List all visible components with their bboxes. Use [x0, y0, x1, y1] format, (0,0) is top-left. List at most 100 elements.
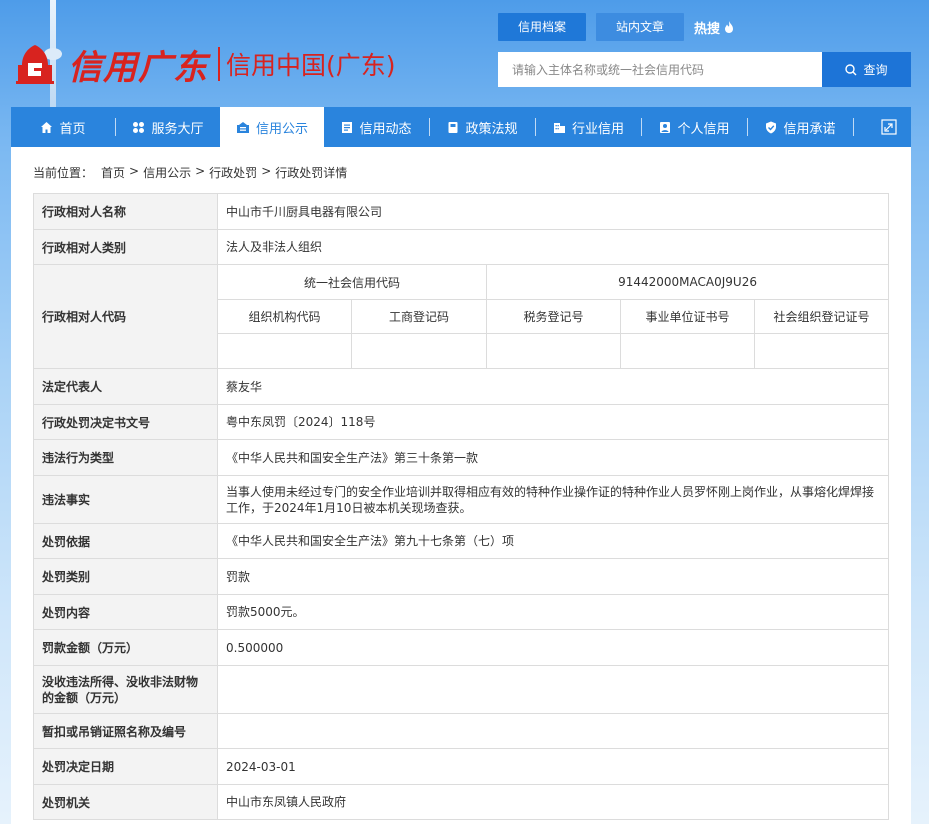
top-tabs: 信用档案 站内文章 热搜 — [498, 13, 734, 41]
field-value-facts: 当事人使用未经过专门的安全作业培训并取得相应有效的特种作业操作证的特种作业人员罗… — [216, 475, 890, 524]
field-value-fine: 0.500000 — [216, 629, 890, 666]
table-row: 暂扣或吊销证照名称及编号 — [33, 713, 890, 749]
nav-item-label: 行业信用 — [571, 121, 624, 137]
notice-icon — [236, 121, 250, 134]
sub-value — [486, 333, 621, 369]
nav-item-label: 信用承诺 — [783, 121, 836, 137]
field-label: 处罚决定日期 — [33, 748, 218, 785]
nav-item-label: 个人信用 — [677, 121, 730, 137]
sub-value — [753, 333, 890, 369]
nav-item-label: 首页 — [59, 121, 86, 137]
field-label: 处罚类别 — [33, 558, 218, 595]
sub-header: 工商登记码 — [351, 299, 487, 334]
field-value-violation-type: 《中华人民共和国安全生产法》第三十条第一款 — [216, 439, 890, 476]
hot-search-label: 热搜 — [694, 21, 721, 37]
sub-value — [217, 333, 352, 369]
search-button[interactable]: 查询 — [822, 52, 911, 87]
sub-header: 组织机构代码 — [217, 299, 352, 334]
breadcrumb-separator: > — [195, 164, 206, 178]
table-row: 处罚类别 罚款 — [33, 558, 890, 595]
sub-value — [620, 333, 755, 369]
nav-item-personal-credit[interactable]: 个人信用 — [642, 107, 747, 147]
nav-item-credit-commitment[interactable]: 信用承诺 — [748, 107, 853, 147]
table-row: 处罚机关 中山市东凤镇人民政府 — [33, 784, 890, 820]
table-row: 处罚决定日期 2024-03-01 — [33, 748, 890, 785]
logo-emblem-icon — [12, 41, 58, 87]
tab-credit-archive[interactable]: 信用档案 — [498, 13, 587, 41]
flame-icon — [725, 21, 734, 33]
sub-header: 税务登记号 — [486, 299, 621, 334]
field-label: 暂扣或吊销证照名称及编号 — [33, 713, 218, 749]
breadcrumb-prefix: 当前位置： — [33, 166, 94, 180]
field-label: 处罚机关 — [33, 784, 218, 820]
field-label: 行政处罚决定书文号 — [33, 404, 218, 440]
field-label: 处罚内容 — [33, 594, 218, 630]
search-button-label: 查询 — [863, 63, 888, 77]
breadcrumb-home[interactable]: 首页 — [101, 164, 125, 181]
nav-item-service-hall[interactable]: 服务大厅 — [116, 107, 220, 147]
site-logo[interactable]: 信用广东 信用中国(广东) — [12, 36, 396, 92]
nav-expand-button[interactable] — [867, 107, 911, 147]
sub-value — [351, 333, 487, 369]
table-row: 没收违法所得、没收非法财物的金额（万元） — [33, 665, 890, 714]
field-label: 行政相对人类别 — [33, 229, 218, 265]
site-header: 信用广东 信用中国(广东) 信用档案 站内文章 热搜 查询 — [0, 0, 929, 106]
nav-item-home[interactable]: 首页 — [11, 107, 115, 147]
field-value-date: 2024-03-01 — [216, 748, 890, 785]
table-row: 处罚依据 《中华人民共和国安全生产法》第九十七条第（七）项 — [33, 523, 890, 559]
expand-icon — [881, 119, 897, 135]
nav-item-credit-news[interactable]: 信用动态 — [324, 107, 429, 147]
table-row: 行政处罚决定书文号 粤中东凤罚〔2024〕118号 — [33, 404, 890, 440]
nav-item-label: 信用公示 — [255, 121, 308, 137]
sub-header-uscc: 统一社会信用代码 — [217, 264, 487, 300]
nav-item-label: 信用动态 — [359, 121, 412, 137]
main-nav: 首页 服务大厅 信用公示 信用动态 政策法规 行业信用 个人信用 信用承诺 — [11, 107, 911, 147]
sub-value-uscc: 91442000MACA0J9U26 — [485, 264, 890, 300]
nav-item-policies[interactable]: 政策法规 — [430, 107, 535, 147]
field-label: 违法行为类型 — [33, 439, 218, 476]
logo-script-text: 信用广东 — [68, 47, 208, 88]
field-value-authority: 中山市东凤镇人民政府 — [216, 784, 890, 820]
field-label: 罚款金额（万元） — [33, 629, 218, 666]
building-icon — [553, 121, 566, 134]
nav-item-credit-publicity[interactable]: 信用公示 — [220, 107, 324, 147]
sub-header: 事业单位证书号 — [620, 299, 755, 334]
hot-search-link[interactable]: 热搜 — [694, 18, 734, 37]
breadcrumb-admin-penalty[interactable]: 行政处罚 — [209, 164, 257, 181]
breadcrumb: 当前位置： 首页 > 信用公示 > 行政处罚 > 行政处罚详情 — [33, 164, 347, 181]
main-content: 当前位置： 首页 > 信用公示 > 行政处罚 > 行政处罚详情 行政相对人名称 … — [11, 147, 911, 824]
field-value-doc-no: 粤中东凤罚〔2024〕118号 — [216, 404, 890, 440]
table-row: 法定代表人 蔡友华 — [33, 368, 890, 405]
nav-item-label: 服务大厅 — [151, 121, 204, 137]
tab-site-articles[interactable]: 站内文章 — [596, 13, 685, 41]
grid-icon — [132, 121, 145, 134]
search-bar: 查询 — [498, 52, 911, 87]
field-value-legal-rep: 蔡友华 — [216, 368, 890, 405]
sub-header: 社会组织登记证号 — [753, 299, 890, 334]
table-row: 违法事实 当事人使用未经过专门的安全作业培训并取得相应有效的特种作业操作证的特种… — [33, 475, 890, 524]
shield-icon — [765, 121, 777, 134]
breadcrumb-credit-publicity[interactable]: 信用公示 — [143, 164, 191, 181]
field-label: 违法事实 — [33, 475, 218, 524]
table-row: 罚款金额（万元） 0.500000 — [33, 629, 890, 666]
field-label: 法定代表人 — [33, 368, 218, 405]
breadcrumb-separator: > — [261, 164, 272, 178]
table-row: 违法行为类型 《中华人民共和国安全生产法》第三十条第一款 — [33, 439, 890, 476]
field-label: 行政相对人代码 — [33, 264, 218, 369]
news-icon — [341, 121, 353, 134]
nav-item-label: 政策法规 — [465, 121, 518, 137]
field-value-basis: 《中华人民共和国安全生产法》第九十七条第（七）项 — [216, 523, 890, 559]
search-input[interactable] — [498, 52, 822, 87]
penalty-detail-table: 行政相对人名称 中山市千川厨具电器有限公司 行政相对人类别 法人及非法人组织 行… — [33, 193, 890, 820]
field-value-confiscation — [216, 665, 890, 714]
nav-item-industry-credit[interactable]: 行业信用 — [536, 107, 641, 147]
table-row: 行政相对人名称 中山市千川厨具电器有限公司 — [33, 193, 890, 230]
field-value-name: 中山市千川厨具电器有限公司 — [216, 193, 890, 230]
person-icon — [659, 121, 671, 134]
nav-separator — [853, 118, 854, 136]
table-row: 行政相对人代码 统一社会信用代码 91442000MACA0J9U26 — [33, 264, 890, 369]
field-value-content: 罚款5000元。 — [216, 594, 890, 630]
field-label: 处罚依据 — [33, 523, 218, 559]
book-icon — [447, 121, 459, 134]
logo-divider — [218, 47, 220, 81]
